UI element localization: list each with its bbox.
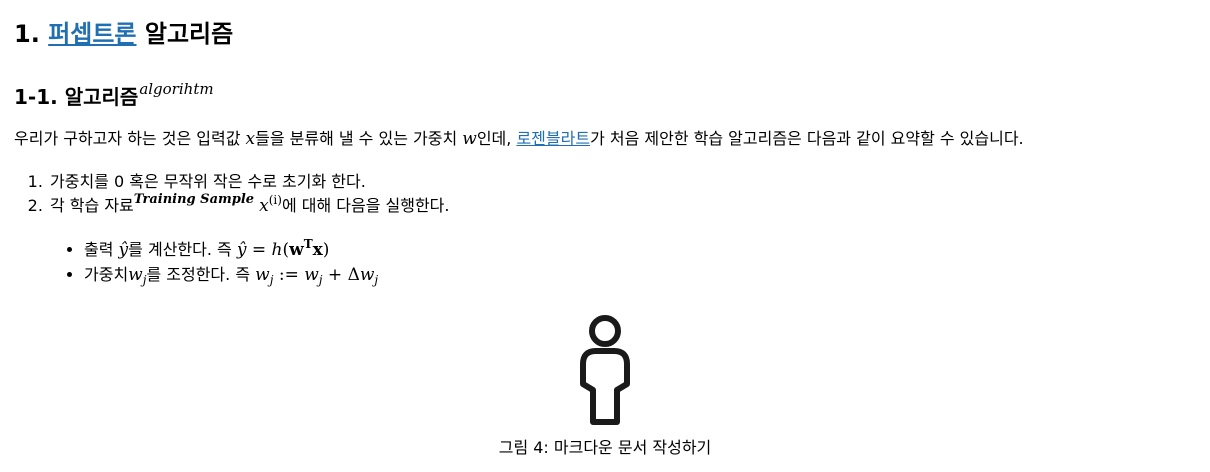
figure-caption: 그림 4: 마크다운 문서 작성하기 [498, 438, 712, 457]
math-transpose: T [303, 237, 313, 251]
rosenblatt-link[interactable]: 로젠블라트 [516, 129, 590, 148]
bullets-list: 출력 ŷ를 계산한다. 즉 ŷ = h(wTx) 가중치wj를 조정한다. 즉 … [48, 237, 378, 288]
math-w-j-3: w [304, 265, 319, 285]
paragraph-text-3: 인데, [476, 129, 517, 148]
heading-1-rest: 알고리즘 [144, 20, 234, 48]
heading-2-number: 1-1. [14, 85, 58, 109]
training-sample-superscript: Training Sample [133, 192, 255, 207]
math-w: w [462, 129, 477, 149]
bullet-2-prefix: 가중치 [84, 265, 129, 284]
math-x-i: x [259, 196, 269, 216]
intro-paragraph: 우리가 구하고자 하는 것은 입력값 x들을 분류해 낼 수 있는 가중치 w인… [14, 126, 1024, 152]
math-equals: = [246, 240, 272, 260]
math-j-sub-3: j [318, 273, 323, 287]
heading-2-title: 알고리즘 [64, 85, 139, 109]
math-x-bold: x [312, 240, 323, 260]
math-assign: := [273, 265, 305, 285]
step-1-text: 가중치를 0 혹은 무작위 작은 수로 초기화 한다. [50, 172, 366, 191]
heading-2: 1-1. 알고리즘algorihtm [14, 80, 214, 116]
perceptron-link[interactable]: 퍼셉트론 [48, 20, 136, 48]
bullet-2-mid: 를 조정한다. 즉 [146, 265, 256, 284]
math-x: x [245, 129, 256, 149]
paragraph-text-1: 우리가 구하고자 하는 것은 입력값 [14, 129, 246, 148]
math-j-sub-2: j [269, 273, 274, 287]
heading-1-number: 1. [14, 20, 40, 48]
math-w-bold: w [289, 240, 304, 260]
step-item-2: 각 학습 자료Training Sample x(i)에 대해 다음을 실행한다… [48, 192, 450, 220]
paragraph-text-4: 가 처음 제안한 학습 알고리즘은 다음과 같이 요약할 수 있습니다. [590, 129, 1024, 148]
bullet-item-1: 출력 ŷ를 계산한다. 즉 ŷ = h(wTx) [84, 237, 378, 263]
heading-1: 1. 퍼셉트론 알고리즘 [14, 14, 233, 54]
figure: 그림 4: 마크다운 문서 작성하기 [0, 306, 1210, 460]
math-i-superscript: (i) [268, 193, 282, 207]
steps-list: 가중치를 0 혹은 무작위 작은 수로 초기화 한다. 각 학습 자료Train… [14, 170, 449, 220]
math-close-paren: ) [322, 240, 330, 260]
step-2-prefix: 각 학습 자료 [50, 196, 134, 215]
math-w-j: w [128, 265, 143, 285]
step-2-suffix: 에 대해 다음을 실행한다. [281, 196, 450, 215]
step-item-1: 가중치를 0 혹은 무작위 작은 수로 초기화 한다. [48, 170, 449, 194]
heading-2-superscript: algorihtm [139, 80, 214, 98]
bullet-item-2: 가중치wj를 조정한다. 즉 wj := wj + Δwj [84, 263, 378, 288]
paragraph-text-2: 들을 분류해 낼 수 있는 가중치 [255, 129, 463, 148]
math-w-j-2: w [255, 265, 270, 285]
math-j-sub-4: j [374, 273, 379, 287]
bullet-1-mid: 를 계산한다. 즉 [128, 240, 237, 259]
math-y-hat: ŷ [118, 240, 129, 260]
person-icon [580, 315, 630, 425]
math-w-j-4: w [359, 265, 375, 285]
math-plus-delta: + Δ [322, 265, 360, 285]
math-h: h [271, 240, 283, 260]
math-y-hat-2: ŷ [236, 240, 247, 260]
math-j-sub: j [142, 273, 147, 287]
bullet-1-prefix: 출력 [84, 240, 119, 259]
